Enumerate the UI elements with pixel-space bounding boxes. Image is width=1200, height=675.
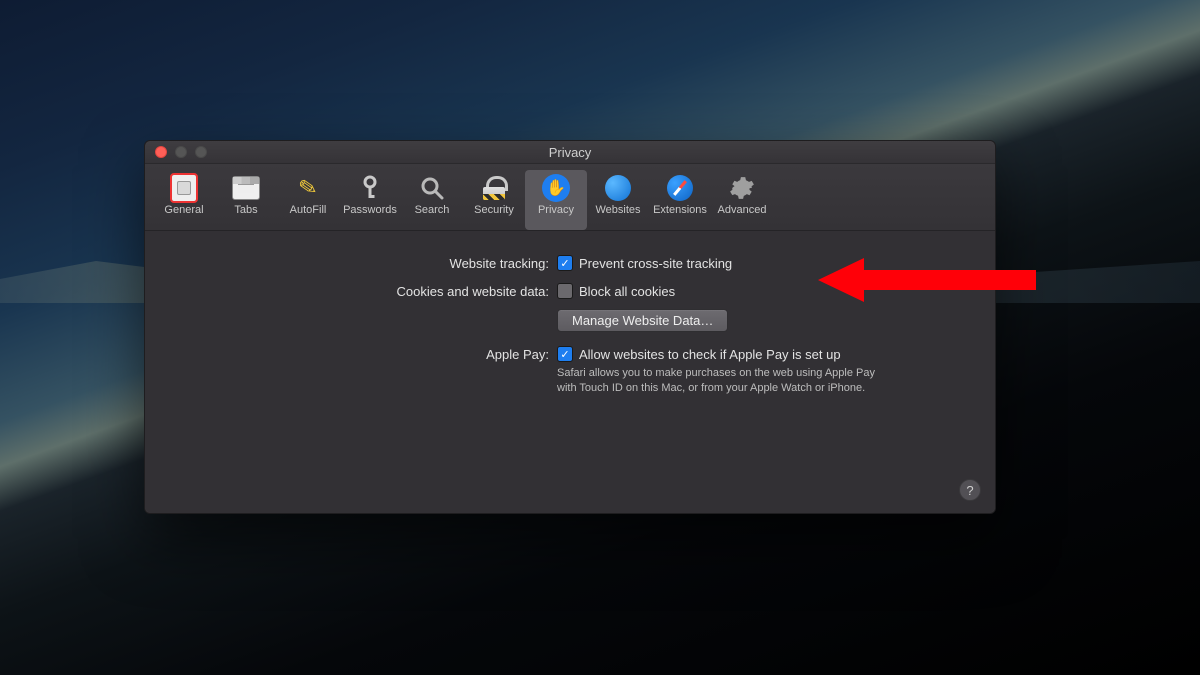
tab-privacy[interactable]: ✋ Privacy: [525, 170, 587, 230]
tab-security[interactable]: Security: [463, 170, 525, 230]
tab-label: Advanced: [718, 205, 767, 216]
row-cookies: Cookies and website data: ✓ Block all co…: [159, 283, 981, 332]
tab-label: Extensions: [653, 205, 707, 216]
window-title: Privacy: [145, 145, 995, 160]
checkbox-label: Prevent cross-site tracking: [579, 256, 732, 271]
minimize-button[interactable]: [175, 146, 187, 158]
tab-search[interactable]: Search: [401, 170, 463, 230]
tab-advanced[interactable]: Advanced: [711, 170, 773, 230]
preferences-window: Privacy General Tabs ✎ AutoFill Password…: [144, 140, 996, 514]
tab-label: General: [164, 205, 203, 216]
tab-general[interactable]: General: [153, 170, 215, 230]
tab-passwords[interactable]: Passwords: [339, 170, 401, 230]
zoom-button[interactable]: [195, 146, 207, 158]
pencil-icon: ✎: [291, 172, 325, 205]
label-website-tracking: Website tracking:: [159, 255, 557, 271]
tab-extensions[interactable]: Extensions: [649, 170, 711, 230]
compass-icon: [665, 174, 695, 202]
tab-websites[interactable]: Websites: [587, 170, 649, 230]
label-apple-pay: Apple Pay:: [159, 346, 557, 362]
checkbox-prevent-cross-site[interactable]: ✓ Prevent cross-site tracking: [557, 255, 981, 271]
gear-icon: [727, 174, 757, 202]
help-button[interactable]: ?: [959, 479, 981, 501]
tab-label: Privacy: [538, 205, 574, 216]
checkbox-block-all-cookies[interactable]: ✓ Block all cookies: [557, 283, 981, 299]
tab-label: Security: [474, 205, 514, 216]
search-icon: [417, 174, 447, 202]
checkbox-label: Block all cookies: [579, 284, 675, 299]
tab-autofill[interactable]: ✎ AutoFill: [277, 170, 339, 230]
tab-tabs[interactable]: Tabs: [215, 170, 277, 230]
toolbar: General Tabs ✎ AutoFill Passwords Search: [145, 164, 995, 231]
tab-label: Passwords: [343, 205, 397, 216]
label-cookies: Cookies and website data:: [159, 283, 557, 299]
tab-label: AutoFill: [290, 205, 327, 216]
checkmark-icon: ✓: [557, 346, 573, 362]
row-website-tracking: Website tracking: ✓ Prevent cross-site t…: [159, 255, 981, 271]
lock-icon: [479, 174, 509, 202]
close-button[interactable]: [155, 146, 167, 158]
apple-pay-description: Safari allows you to make purchases on t…: [557, 366, 897, 396]
tab-label: Tabs: [234, 205, 257, 216]
tabs-icon: [231, 174, 261, 202]
globe-icon: [603, 174, 633, 202]
window-controls: [155, 146, 207, 158]
row-apple-pay: Apple Pay: ✓ Allow websites to check if …: [159, 346, 981, 396]
hand-icon: ✋: [541, 174, 571, 202]
content-pane: Website tracking: ✓ Prevent cross-site t…: [145, 231, 995, 513]
manage-website-data-button[interactable]: Manage Website Data…: [557, 309, 728, 332]
tab-label: Websites: [595, 205, 640, 216]
checkbox-label: Allow websites to check if Apple Pay is …: [579, 347, 841, 362]
checkbox-allow-apple-pay[interactable]: ✓ Allow websites to check if Apple Pay i…: [557, 346, 981, 362]
checkmark-icon: ✓: [557, 283, 573, 299]
checkmark-icon: ✓: [557, 255, 573, 271]
tab-label: Search: [415, 205, 450, 216]
key-icon: [355, 174, 385, 202]
general-icon: [169, 174, 199, 202]
titlebar: Privacy: [145, 141, 995, 164]
